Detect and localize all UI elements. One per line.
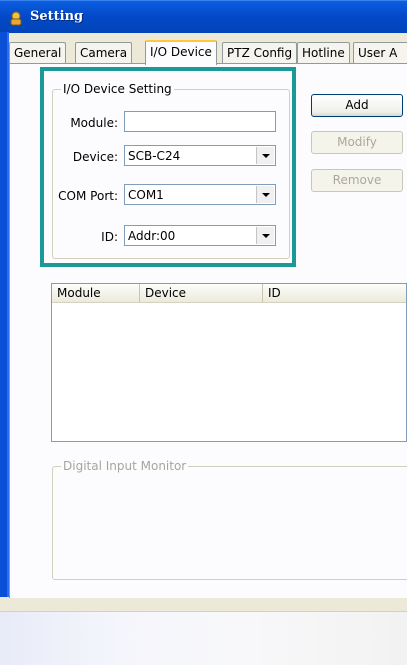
device-value: SCB-C24 [128,149,181,163]
digital-input-monitor-group: Digital Input Monitor [52,459,407,580]
device-list[interactable]: Module Device ID [51,283,407,442]
id-label: ID: [101,230,118,244]
title-bar[interactable]: Setting [0,0,407,33]
com-port-value: COM1 [128,188,164,202]
tab-io-device[interactable]: I/O Device [145,40,217,65]
tab-user-account[interactable]: User A [353,42,407,63]
tab-hotline[interactable]: Hotline [297,42,350,63]
device-dropdown[interactable]: SCB-C24 [124,145,276,166]
tab-strip: General Camera I/O Device PTZ Config Hot… [9,40,407,65]
io-device-setting-label: I/O Device Setting [61,82,174,96]
device-label: Device: [72,150,118,164]
add-button[interactable]: Add [311,94,403,117]
tab-ptz-config[interactable]: PTZ Config [222,42,298,63]
digital-input-monitor-label: Digital Input Monitor [61,459,189,473]
column-header-device[interactable]: Device [140,284,263,302]
app-icon [10,11,22,26]
com-port-dropdown[interactable]: COM1 [124,184,276,205]
id-value: Addr:00 [128,229,176,243]
chevron-down-icon[interactable] [256,227,274,244]
device-list-header: Module Device ID [52,284,406,303]
column-header-id[interactable]: ID [263,284,407,302]
com-port-label: COM Port: [58,189,118,203]
tab-camera[interactable]: Camera [75,42,133,63]
chevron-down-icon[interactable] [256,147,274,164]
remove-button[interactable]: Remove [311,169,403,192]
column-header-module[interactable]: Module [52,284,140,302]
modify-button[interactable]: Modify [311,131,403,154]
window-title: Setting [30,9,84,24]
id-dropdown[interactable]: Addr:00 [124,225,276,246]
module-label: Module: [70,116,118,130]
module-input[interactable] [124,111,276,132]
tab-general[interactable]: General [9,42,67,63]
chevron-down-icon[interactable] [256,186,274,203]
status-area [0,612,407,665]
window-frame-left [0,32,9,597]
